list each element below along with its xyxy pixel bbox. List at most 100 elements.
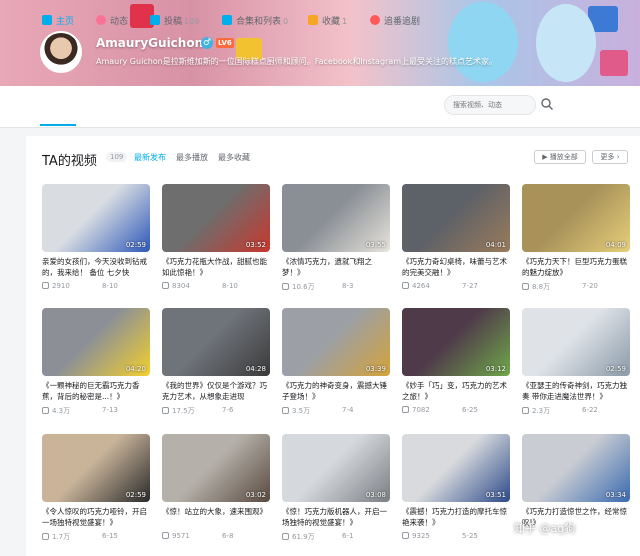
video-card[interactable]: 03:08 《惊！巧克力版机器人，开启一场独特的视觉盛宴！》 61.9万 6-1 (282, 434, 390, 552)
video-card[interactable]: 03:12 《妙手「巧」变，巧克力的艺术之旅！》 7082 6-25 (402, 308, 510, 426)
avatar[interactable] (40, 31, 82, 73)
video-thumbnail[interactable]: 04:20 (42, 308, 150, 376)
play-count-icon (42, 282, 49, 289)
video-title[interactable]: 《妙手「巧」变，巧克力的艺术之旅！》 (402, 380, 510, 402)
tab-label: 投稿 (164, 17, 183, 27)
video-card[interactable]: 04:20 《一颗神秘的巨无霸巧克力香蕉，背后的秘密是...！》 4.3万 7-13 (42, 308, 150, 426)
video-title[interactable]: 《巧克力奇幻桌椅，味蕾与艺术的完美交融！》 (402, 256, 510, 278)
tab-label: 合集和列表 (236, 17, 282, 27)
video-thumbnail[interactable]: 03:51 (402, 434, 510, 502)
video-duration: 03:39 (365, 365, 386, 373)
tab-label: 追番追剧 (384, 17, 421, 27)
video-thumbnail[interactable]: 03:02 (162, 434, 270, 502)
video-card[interactable]: 03:51 《震撼！巧克力打造的摩托车惊艳来袭！》 9325 5-25 (402, 434, 510, 552)
play-count: 4.3万 (52, 407, 71, 415)
active-tab-indicator (40, 124, 76, 126)
video-duration: 02:59 (605, 365, 626, 373)
video-title[interactable]: 《令人惊叹的巧克力哑铃，开启一场独特视觉盛宴！》 (42, 506, 150, 528)
tab-count: 1 (342, 17, 348, 26)
play-count-icon (402, 406, 409, 413)
video-card[interactable]: 03:52 《巧克力花瓶大作战，甜腻也能如此惊艳！》 8304 8-10 (162, 184, 270, 302)
video-card[interactable]: 04:01 《巧克力奇幻桌椅，味蕾与艺术的完美交融！》 4264 7-27 (402, 184, 510, 302)
search-icon[interactable] (540, 97, 554, 111)
play-all-button[interactable]: ▶ 播放全部 (534, 150, 586, 164)
video-title[interactable]: 《巧克力天下！巨型巧克力蛋糕的魅力绽放》 (522, 256, 630, 278)
publish-date: 6-8 (222, 532, 234, 540)
sort-latest[interactable]: 最新发布 (134, 152, 166, 163)
video-title[interactable]: 《一颗神秘的巨无霸巧克力香蕉，背后的秘密是...！》 (42, 380, 150, 402)
play-count: 9571 (172, 532, 190, 540)
publish-date: 6-1 (342, 532, 354, 540)
video-thumbnail[interactable]: 04:09 (522, 184, 630, 252)
video-card[interactable]: 02:59 《亚瑟王的传奇神剑，巧克力独奏 带你走进魔法世界！》 2.3万 6-22 (522, 308, 630, 426)
play-count-icon (402, 282, 409, 289)
play-count: 8.8万 (532, 283, 551, 291)
video-title[interactable]: 《惊！站立的大象，速来围观》 (162, 506, 270, 528)
sort-most-favorited[interactable]: 最多收藏 (218, 152, 250, 163)
video-card[interactable]: 02:59 亲爱的女孩们，今天没收到钻戒的，我来给！ 备位 七夕快 2910 8-10 (42, 184, 150, 302)
publish-date: 6-15 (102, 532, 118, 540)
tab-dynamic[interactable]: 动态 (96, 14, 128, 30)
video-meta: 9325 5-25 (402, 532, 510, 540)
video-card[interactable]: 04:09 《巧克力天下！巨型巧克力蛋糕的魅力绽放》 8.8万 7-20 (522, 184, 630, 302)
video-title[interactable]: 《巧克力的神奇变身，震撼大锤子登场！》 (282, 380, 390, 402)
play-count: 1.7万 (52, 533, 71, 541)
video-thumbnail[interactable]: 03:08 (282, 434, 390, 502)
gender-icon: ♂ (201, 37, 213, 49)
video-card[interactable]: 03:02 《惊！站立的大象，速来围观》 9571 6-8 (162, 434, 270, 552)
video-thumbnail[interactable]: 02:59 (42, 184, 150, 252)
video-meta: 7082 6-25 (402, 406, 510, 414)
tab-favorites[interactable]: 收藏 1 (308, 14, 347, 30)
video-card[interactable]: 02:59 《令人惊叹的巧克力哑铃，开启一场独特视觉盛宴！》 1.7万 6-15 (42, 434, 150, 552)
video-thumbnail[interactable]: 03:12 (402, 308, 510, 376)
play-count-icon (402, 532, 409, 539)
video-thumbnail[interactable]: 02:59 (522, 308, 630, 376)
video-thumbnail[interactable]: 03:39 (282, 308, 390, 376)
tab-bangumi[interactable]: 追番追剧 (370, 14, 420, 30)
video-duration: 02:59 (125, 241, 146, 249)
publish-date: 5-25 (462, 532, 478, 540)
tab-label: 收藏 (322, 17, 341, 27)
video-thumbnail[interactable]: 03:52 (162, 184, 270, 252)
video-thumbnail[interactable]: 03:55 (282, 184, 390, 252)
video-title[interactable]: 《亚瑟王的传奇神剑，巧克力独奏 带你走进魔法世界！》 (522, 380, 630, 402)
video-meta: 61.9万 6-1 (282, 532, 390, 542)
play-count: 4264 (412, 282, 430, 290)
video-title[interactable]: 《惊！巧克力版机器人，开启一场独特的视觉盛宴！》 (282, 506, 390, 528)
search-input[interactable] (444, 95, 536, 115)
username[interactable]: AmauryGuichon (96, 36, 203, 50)
video-title[interactable]: 《震撼！巧克力打造的摩托车惊艳来袭！》 (402, 506, 510, 528)
video-thumbnail[interactable]: 02:59 (42, 434, 150, 502)
sort-most-played[interactable]: 最多播放 (176, 152, 208, 163)
play-count: 61.9万 (292, 533, 315, 541)
section-count: 109 (106, 152, 128, 162)
publish-date: 7-27 (462, 282, 478, 290)
play-count-icon (162, 532, 169, 539)
publish-date: 7-13 (102, 406, 118, 414)
watermark: 知乎 @ag狗 (514, 522, 576, 535)
tab-uploads[interactable]: 投稿 109 (150, 14, 199, 30)
section-title: TA的视频 (42, 154, 97, 169)
play-count-icon (42, 407, 49, 414)
video-thumbnail[interactable]: 03:34 (522, 434, 630, 502)
collection-icon (222, 15, 232, 25)
video-duration: 04:01 (485, 241, 506, 249)
video-card[interactable]: 04:28 《我的世界》仅仅是个游戏？巧克力艺术，从想象走进现 17.5万 7-6 (162, 308, 270, 426)
video-meta: 9571 6-8 (162, 532, 270, 540)
play-count: 10.6万 (292, 283, 315, 291)
more-button[interactable]: 更多 › (592, 150, 628, 164)
video-title[interactable]: 《我的世界》仅仅是个游戏？巧克力艺术，从想象走进现 (162, 380, 270, 402)
tab-home[interactable]: 主页 (42, 14, 74, 30)
video-thumbnail[interactable]: 04:28 (162, 308, 270, 376)
tab-collections[interactable]: 合集和列表 0 (222, 14, 288, 30)
video-card[interactable]: 03:55 《浓情巧克力，遗就飞翔之梦！》 10.6万 8-3 (282, 184, 390, 302)
video-thumbnail[interactable]: 04:01 (402, 184, 510, 252)
video-duration: 04:28 (245, 365, 266, 373)
play-count-icon (522, 283, 529, 290)
video-duration: 03:02 (245, 491, 266, 499)
video-title[interactable]: 《浓情巧克力，遗就飞翔之梦！》 (282, 256, 390, 278)
video-meta: 4.3万 7-13 (42, 406, 150, 416)
video-title[interactable]: 亲爱的女孩们，今天没收到钻戒的，我来给！ 备位 七夕快 (42, 256, 150, 278)
video-title[interactable]: 《巧克力花瓶大作战，甜腻也能如此惊艳！》 (162, 256, 270, 278)
video-card[interactable]: 03:39 《巧克力的神奇变身，震撼大锤子登场！》 3.5万 7-4 (282, 308, 390, 426)
